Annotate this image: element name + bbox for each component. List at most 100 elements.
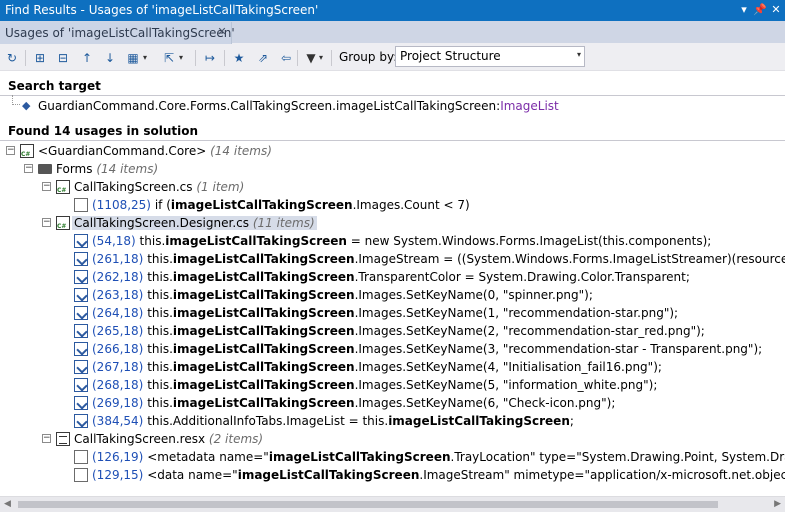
file-count: (1 item) [196, 180, 245, 194]
usage-row[interactable]: (269,18) this.imageListCallTakingScreen.… [0, 394, 785, 412]
collapse-icon[interactable]: − [42, 182, 51, 191]
usage-location: (266,18) [92, 342, 144, 356]
toolbar-separator [224, 50, 225, 66]
previous-occurrence-icon[interactable]: ↑ [78, 49, 96, 67]
usage-suffix: .Images.SetKeyName(2, "recommendation-st… [354, 324, 705, 338]
search-target-row[interactable]: ◆ GuardianCommand.Core.Forms.CallTakingS… [0, 95, 785, 115]
close-window-icon[interactable]: ✕ [769, 2, 783, 18]
usage-row[interactable]: (54,18) this.imageListCallTakingScreen =… [0, 232, 785, 250]
scrollbar-thumb[interactable] [18, 501, 718, 508]
project-node[interactable]: − <GuardianCommand.Core> (14 items) [0, 142, 785, 160]
window-title: Find Results - Usages of 'imageListCallT… [5, 3, 319, 17]
usage-suffix: .Images.Count < 7) [352, 198, 470, 212]
usage-row[interactable]: (129,15) <data name="imageListCallTaking… [0, 466, 785, 484]
usage-read-icon [74, 396, 88, 410]
refresh-icon[interactable]: ↻ [3, 49, 21, 67]
section-divider [0, 95, 785, 96]
collapse-icon[interactable]: − [42, 218, 51, 227]
usage-hit: imageListCallTakingScreen [172, 324, 355, 338]
usage-prefix: if ( [154, 198, 171, 212]
export-dropdown-icon[interactable]: ▾ [176, 49, 186, 67]
usage-read-icon [74, 360, 88, 374]
file-node[interactable]: − CallTakingScreen.resx (2 items) [0, 430, 785, 448]
open-in-new-tab-icon[interactable]: ⇗ [254, 49, 272, 67]
usage-row[interactable]: (262,18) this.imageListCallTakingScreen.… [0, 268, 785, 286]
toolbar-separator [195, 50, 196, 66]
file-count: (11 items) [252, 216, 315, 230]
usage-hit: imageListCallTakingScreen [172, 306, 355, 320]
search-target-header: Search target [8, 79, 101, 93]
usage-prefix: this. [147, 252, 173, 266]
usage-location: (1108,25) [92, 198, 151, 212]
usage-prefix: <metadata name=" [147, 450, 269, 464]
scroll-right-icon[interactable]: ▶ [774, 499, 781, 509]
usage-location: (262,18) [92, 270, 144, 284]
collapse-icon[interactable]: − [24, 164, 33, 173]
usage-row[interactable]: (266,18) this.imageListCallTakingScreen.… [0, 340, 785, 358]
file-node[interactable]: − CallTakingScreen.cs (1 item) [0, 178, 785, 196]
toolbar-separator [297, 50, 298, 66]
usage-prefix: this.AdditionalInfoTabs.ImageList = this… [147, 414, 389, 428]
usage-suffix: .ImageStream = ((System.Windows.Forms.Im… [354, 252, 785, 266]
usage-prefix: <data name=" [147, 468, 238, 482]
collapse-icon[interactable]: − [42, 434, 51, 443]
collapse-all-icon[interactable]: ⊟ [54, 49, 72, 67]
usage-row[interactable]: (263,18) this.imageListCallTakingScreen.… [0, 286, 785, 304]
scroll-left-icon[interactable]: ◀ [4, 499, 11, 509]
usage-read-icon [74, 324, 88, 338]
project-name: <GuardianCommand.Core> [38, 144, 207, 158]
usage-suffix: .Images.SetKeyName(5, "information_white… [354, 378, 658, 392]
usage-row[interactable]: (265,18) this.imageListCallTakingScreen.… [0, 322, 785, 340]
usage-row[interactable]: (261,18) this.imageListCallTakingScreen.… [0, 250, 785, 268]
usage-row[interactable]: (267,18) this.imageListCallTakingScreen.… [0, 358, 785, 376]
tab-close-icon[interactable]: ✕ [216, 25, 228, 39]
file-node[interactable]: − CallTakingScreen.Designer.cs (11 items… [0, 214, 785, 232]
usage-hit: imageListCallTakingScreen [172, 270, 355, 284]
usage-suffix: .Images.SetKeyName(6, "Check-icon.png"); [354, 396, 616, 410]
collapse-icon[interactable]: − [6, 146, 15, 155]
usage-prefix: this. [147, 288, 173, 302]
usage-prefix: this. [139, 234, 166, 248]
filter-dropdown-icon[interactable]: ▾ [316, 49, 326, 67]
usage-hit: imageListCallTakingScreen [237, 468, 420, 482]
pin-icon[interactable]: 📌 [753, 2, 767, 18]
usage-row[interactable]: (268,18) this.imageListCallTakingScreen.… [0, 376, 785, 394]
csharp-project-icon [20, 144, 34, 158]
usage-prefix: this. [147, 342, 173, 356]
usage-row[interactable]: (384,54) this.AdditionalInfoTabs.ImageLi… [0, 412, 785, 430]
expand-all-icon[interactable]: ⊞ [31, 49, 49, 67]
folder-node[interactable]: − Forms (14 items) [0, 160, 785, 178]
usage-hit: imageListCallTakingScreen [268, 450, 451, 464]
usage-row[interactable]: (1108,25) if (imageListCallTakingScreen.… [0, 196, 785, 214]
usage-prefix: this. [147, 396, 173, 410]
usage-location: (265,18) [92, 324, 144, 338]
usage-hit: imageListCallTakingScreen [172, 288, 355, 302]
usage-suffix: .Images.SetKeyName(0, "spinner.png"); [354, 288, 593, 302]
usage-row[interactable]: (264,18) this.imageListCallTakingScreen.… [0, 304, 785, 322]
usage-location: (54,18) [92, 234, 136, 248]
horizontal-scrollbar[interactable]: ◀ ▶ [0, 496, 785, 512]
folder-name: Forms [56, 162, 93, 176]
usage-read-icon [74, 270, 88, 284]
file-name: CallTakingScreen.resx [74, 432, 206, 446]
window-title-bar: Find Results - Usages of 'imageListCallT… [0, 0, 785, 21]
folder-icon [38, 164, 52, 174]
next-occurrence-icon[interactable]: ↓ [101, 49, 119, 67]
go-to-icon[interactable]: ↦ [201, 49, 219, 67]
usage-location: (264,18) [92, 306, 144, 320]
usage-prefix: this. [147, 360, 173, 374]
pin-result-icon[interactable]: ★ [230, 49, 248, 67]
chevron-down-icon: ▾ [576, 50, 581, 59]
usage-read-icon [74, 288, 88, 302]
usage-read-icon [74, 198, 88, 212]
file-name: CallTakingScreen.Designer.cs [74, 216, 249, 230]
group-by-select[interactable]: Project Structure ▾ [395, 46, 585, 67]
usage-suffix: = new System.Windows.Forms.ImageList(thi… [346, 234, 712, 248]
csharp-file-icon [56, 216, 70, 230]
go-back-icon[interactable]: ⇦ [277, 49, 295, 67]
window-dropdown-icon[interactable]: ▾ [737, 2, 751, 18]
tab-usages[interactable]: Usages of 'imageListCallTakingScreen' ✕ [0, 22, 235, 44]
usage-row[interactable]: (126,19) <metadata name="imageListCallTa… [0, 448, 785, 466]
preview-dropdown-icon[interactable]: ▾ [140, 49, 150, 67]
folder-count: (14 items) [96, 162, 159, 176]
